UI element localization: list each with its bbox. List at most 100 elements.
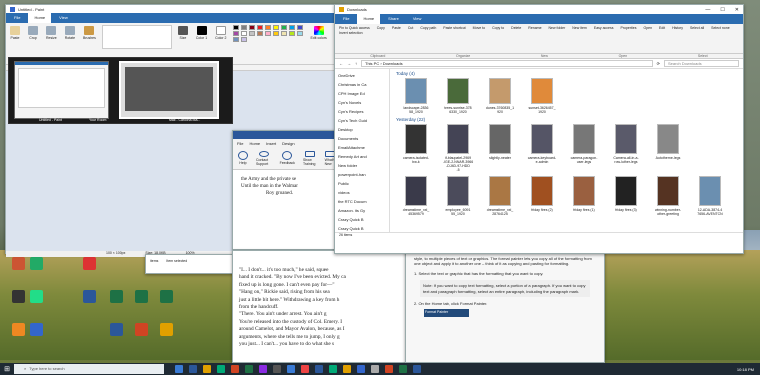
group-header-today[interactable]: Today (4) — [396, 71, 737, 76]
address-bar[interactable]: This PC › Downloads — [361, 60, 653, 67]
nav-item[interactable]: powerpoint-han — [335, 170, 389, 179]
taskbar-app-icon[interactable] — [328, 364, 339, 375]
tab-home[interactable]: Home — [28, 13, 52, 23]
back-icon[interactable]: ← — [339, 61, 343, 66]
palette-swatch[interactable] — [264, 25, 271, 30]
nav-item[interactable]: Christmas in Ca — [335, 80, 389, 89]
palette-swatch[interactable] — [256, 31, 263, 36]
ribbon-action[interactable]: New item — [570, 26, 589, 30]
taskbar-app-icon[interactable] — [174, 364, 185, 375]
ribbon-action[interactable]: Cut — [406, 26, 415, 30]
file-item[interactable]: dreamstime_xxl_ 45369579 — [396, 176, 436, 228]
file-item[interactable]: friday fires (2) — [522, 176, 562, 228]
nav-item[interactable]: CPH Image Ed — [335, 89, 389, 98]
file-item[interactable]: friday fires (3) — [606, 176, 646, 228]
taskbar-app-icon[interactable] — [412, 364, 423, 375]
desktop-icon[interactable] — [12, 257, 25, 270]
file-item[interactable]: Camera-all-in-a- row-luther-legs — [606, 124, 646, 176]
file-item[interactable]: if-blaupatel-2969 -IGE-2-NNAR-3966 -DJ4D… — [438, 124, 478, 176]
file-item[interactable]: dreamstime_xxl_ 28764125 — [480, 176, 520, 228]
taskbar-app-icon[interactable] — [300, 364, 311, 375]
taskbar-app-icon[interactable] — [188, 364, 199, 375]
close-icon[interactable]: ✕ — [735, 7, 739, 13]
taskbar-app-icon[interactable] — [258, 364, 269, 375]
nav-item[interactable]: videos — [335, 188, 389, 197]
desktop-icon[interactable] — [30, 290, 43, 303]
ribbon-action[interactable]: Edit — [657, 26, 667, 30]
file-item[interactable]: slightly-neater — [480, 124, 520, 176]
taskbar-clock[interactable]: 10:18 PM — [737, 367, 760, 372]
desktop-icon[interactable] — [30, 323, 43, 336]
palette-swatch[interactable] — [288, 31, 295, 36]
palette-swatch[interactable] — [280, 25, 287, 30]
file-item[interactable]: sunset-3626457_ 1920 — [522, 78, 562, 114]
shapes-gallery[interactable] — [101, 25, 172, 49]
palette-swatch[interactable] — [296, 25, 303, 30]
taskbar-app-icon[interactable] — [216, 364, 227, 375]
palette-swatch[interactable] — [248, 31, 255, 36]
word-icon[interactable] — [83, 290, 96, 303]
ribbon-action[interactable]: Paste shortcut — [441, 26, 467, 30]
nav-item[interactable]: Desktop — [335, 125, 389, 134]
powerpoint-icon[interactable] — [135, 323, 148, 336]
taskbar-app-icon[interactable] — [314, 364, 325, 375]
nav-item[interactable]: Cyn's Recipes — [335, 107, 389, 116]
palette-swatch[interactable] — [232, 37, 239, 42]
word-tab-design[interactable]: Design — [282, 141, 294, 146]
tab-file[interactable]: File — [8, 13, 26, 23]
desktop-icon[interactable] — [30, 257, 43, 270]
color2-button[interactable]: Color 2 — [213, 25, 228, 41]
ribbon-action[interactable]: Paste — [390, 26, 403, 30]
brushes-button[interactable]: Brushes — [81, 25, 98, 41]
format-painter-highlight[interactable]: Format Painter — [424, 309, 469, 318]
file-item[interactable]: camera-paragon- user-legs — [564, 124, 604, 176]
file-item[interactable]: camera-isolated- bw-k — [396, 124, 436, 176]
nav-item[interactable]: the RTC Docum — [335, 197, 389, 206]
nav-item[interactable]: OneDrive — [335, 71, 389, 80]
tab-share[interactable]: Share — [382, 14, 405, 24]
file-item[interactable]: employee_6091 55_1920 — [438, 176, 478, 228]
taskbar-app-icon[interactable] — [244, 364, 255, 375]
excel-icon[interactable] — [135, 290, 148, 303]
ribbon-action[interactable]: New folder — [547, 26, 568, 30]
edit-colors-button[interactable]: Edit colors — [308, 25, 328, 41]
taskbar-app-icon[interactable] — [286, 364, 297, 375]
search-input[interactable]: Search Downloads — [664, 60, 739, 67]
desktop-icon[interactable] — [12, 290, 25, 303]
size-button[interactable]: Size — [176, 25, 190, 41]
help-button[interactable]: Help — [236, 150, 250, 167]
taskbar-app-icon[interactable] — [202, 364, 213, 375]
taskbar-app-icon[interactable] — [370, 364, 381, 375]
file-item[interactable]: Autotherne-legs — [648, 124, 688, 176]
ribbon-action[interactable]: Properties — [619, 26, 639, 30]
forward-icon[interactable]: → — [347, 61, 351, 66]
group-header-yesterday[interactable]: Yesterday (22) — [396, 117, 737, 122]
tab-file[interactable]: File — [337, 14, 355, 24]
palette-swatch[interactable] — [272, 31, 279, 36]
file-item[interactable]: friday fires (1) — [564, 176, 604, 228]
palette-swatch[interactable] — [272, 25, 279, 30]
palette-swatch[interactable] — [232, 25, 239, 30]
file-item[interactable]: 12-ADA-3874-4 7656-AVENTCN — [690, 176, 730, 228]
file-item[interactable]: landscape-2836 58_1920 — [396, 78, 436, 114]
nav-item[interactable]: Cyn's Tech Guid — [335, 116, 389, 125]
show-training-button[interactable]: Show Training — [301, 150, 319, 167]
folder-icon[interactable] — [160, 323, 173, 336]
palette-swatch[interactable] — [288, 25, 295, 30]
tab-view[interactable]: View — [407, 14, 428, 24]
ribbon-action[interactable]: Copy — [375, 26, 387, 30]
refresh-icon[interactable]: ⟳ — [657, 61, 660, 66]
ribbon-action[interactable]: Easy access — [592, 26, 616, 30]
word-document-page[interactable]: "I... I don't... it's too much," he said… — [232, 250, 407, 363]
up-icon[interactable]: ↑ — [355, 61, 357, 66]
word-tab-file[interactable]: File — [237, 141, 243, 146]
feedback-button[interactable]: Feedback — [278, 150, 297, 167]
minimize-icon[interactable]: — — [705, 7, 710, 13]
nav-item[interactable]: Cyn's Novels — [335, 98, 389, 107]
ribbon-action[interactable]: Rename — [526, 26, 543, 30]
file-item[interactable]: trees-sunrise-378 6330_1920 — [438, 78, 478, 114]
nav-item[interactable]: Remedy Art and — [335, 152, 389, 161]
start-icon[interactable]: ⊞ — [2, 364, 13, 375]
taskbar-app-icon[interactable] — [384, 364, 395, 375]
palette-swatch[interactable] — [232, 31, 239, 36]
